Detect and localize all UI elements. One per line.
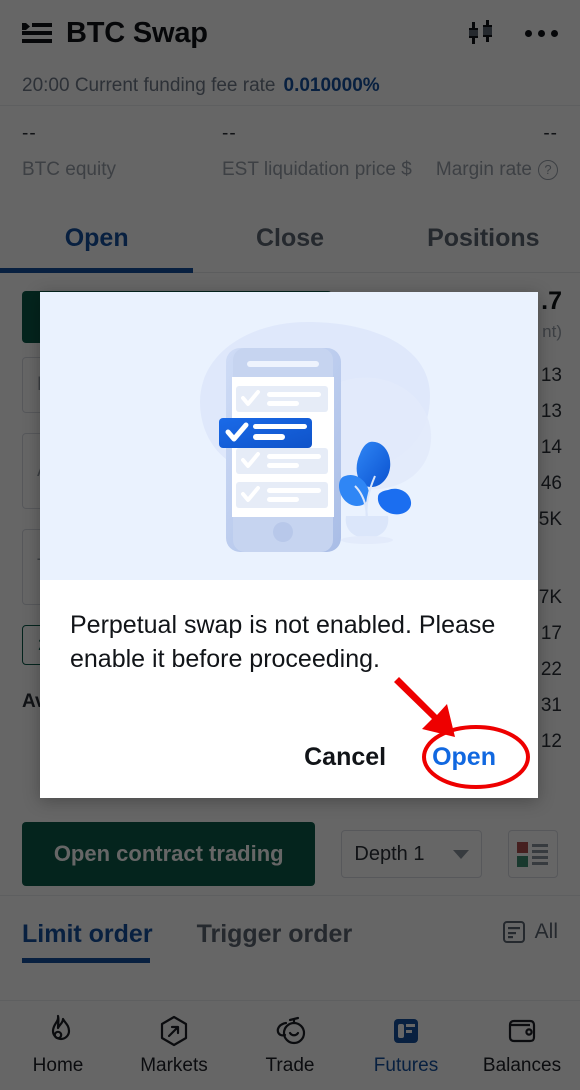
nav-label: Balances [482, 1055, 562, 1076]
stat-label: EST liquidation price $ [222, 159, 412, 180]
open-contract-trading-button[interactable]: Open contract trading [22, 822, 316, 886]
dialog-actions: Cancel Open [294, 735, 514, 780]
candlestick-chart-icon[interactable] [467, 18, 497, 48]
tab-close[interactable]: Close [193, 205, 386, 272]
nav-item-markets[interactable]: Markets [116, 1001, 232, 1090]
open-button[interactable]: Open [414, 735, 514, 780]
order-history-tabs: Limit order Trigger order All [0, 895, 580, 1000]
tab-open[interactable]: Open [0, 205, 194, 273]
stat-label: Margin rate ? [436, 159, 558, 181]
funding-rate-label: 20:00 Current funding fee rate [22, 74, 276, 96]
stat-label-text: Margin rate [435, 159, 532, 180]
more-options-icon[interactable] [525, 29, 558, 37]
help-question-icon[interactable]: ? [538, 160, 558, 180]
ask-square-icon [517, 841, 529, 853]
nav-item-balances[interactable]: Balances [464, 1001, 580, 1090]
page-title: BTC Swap [66, 16, 208, 49]
stat-label: BTC equity [22, 159, 116, 180]
nav-label: Markets [140, 1055, 208, 1076]
tab-trigger-order[interactable]: Trigger order [197, 920, 353, 949]
cancel-button[interactable]: Cancel [294, 735, 396, 780]
app-screen: BTC Swap 20:00 Current funding fee rate … [0, 0, 580, 1090]
layout-icon-squares [517, 841, 529, 867]
depth-select[interactable]: Depth 1 [341, 830, 482, 878]
wallet-icon [505, 1014, 539, 1048]
layout-icon-lines [532, 843, 549, 865]
stat-margin-rate: -- Margin rate ? [414, 123, 558, 205]
hexagon-arrow-icon [157, 1014, 191, 1048]
tab-positions[interactable]: Positions [387, 205, 580, 272]
order-filter-label: All [534, 920, 558, 943]
funding-rate-row: 20:00 Current funding fee rate 0.010000% [0, 66, 580, 106]
open-contract-bar: Open contract trading Depth 1 [0, 813, 580, 895]
funding-rate-value: 0.010000% [283, 74, 380, 96]
stat-btc-equity: -- BTC equity [22, 123, 222, 205]
account-stats-row: -- BTC equity -- EST liquidation price $… [0, 107, 580, 205]
header-right-group [467, 18, 558, 48]
stat-value: -- [543, 123, 558, 144]
trade-mode-tabs: Open Close Positions [0, 205, 580, 273]
bid-square-icon [517, 855, 529, 867]
app-header: BTC Swap [0, 0, 580, 66]
list-menu-icon[interactable] [22, 21, 52, 45]
dialog-body: Perpetual swap is not enabled. Please en… [40, 580, 538, 798]
document-list-icon [502, 920, 526, 944]
nav-label: Home [32, 1055, 84, 1076]
nav-label: Trade [265, 1055, 315, 1076]
nav-item-trade[interactable]: Trade [232, 1001, 348, 1090]
nav-label: Futures [373, 1055, 439, 1076]
orderbook-layout-icon[interactable] [507, 830, 558, 878]
bottom-navigation: Home Markets Trade Futures Balances [0, 1000, 580, 1090]
order-filter-all[interactable]: All [502, 920, 558, 944]
dialog-message: Perpetual swap is not enabled. Please en… [70, 611, 496, 673]
stat-value: -- [22, 123, 37, 144]
header-left-group: BTC Swap [22, 17, 208, 50]
futures-document-icon [389, 1014, 423, 1048]
nav-item-home[interactable]: Home [0, 1001, 116, 1090]
stat-est-liquidation-price: -- EST liquidation price $ [222, 123, 414, 205]
flame-icon [41, 1014, 75, 1048]
chevron-down-icon [452, 849, 469, 859]
phone-checklist-illustration [40, 292, 538, 580]
enable-swap-dialog: Perpetual swap is not enabled. Please en… [40, 292, 538, 798]
tab-limit-order[interactable]: Limit order [22, 920, 153, 963]
depth-select-value: Depth 1 [354, 842, 425, 865]
trade-swap-icon [273, 1014, 307, 1048]
nav-item-futures[interactable]: Futures [348, 1001, 464, 1090]
stat-value: -- [222, 123, 237, 144]
